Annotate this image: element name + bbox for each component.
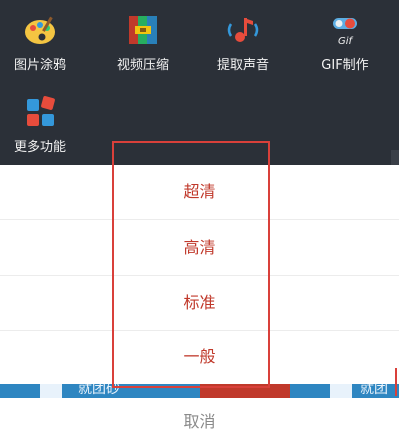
tool-label: 提取声音 [216,58,269,73]
tools-panel: 图片涂鸦 视频压缩 提取声音 Gif GIF制作 更多功能 [0,0,399,172]
gif-toggle-icon: Gif [327,12,363,48]
tool-more-features[interactable]: 更多功能 [0,94,90,155]
tool-extract-audio[interactable]: 提取声音 [193,12,293,73]
strip-text: 就团砂 [78,384,120,397]
cancel-area: 取消 [0,398,399,442]
music-note-icon [225,12,261,48]
cancel-button[interactable]: 取消 [0,402,399,442]
option-hd[interactable]: 高清 [0,221,399,276]
tool-label: 视频压缩 [116,58,169,73]
tool-video-compress[interactable]: 视频压缩 [93,12,193,73]
strip-text: 就团 [360,384,388,397]
background-strip: 就团砂 就团 [0,384,399,398]
annotation-mark [395,368,397,396]
archive-icon [125,12,161,48]
screen: 图片涂鸦 视频压缩 提取声音 Gif GIF制作 更多功能 超清 高清 标准 一… [0,0,399,442]
more-tiles-icon [22,94,58,130]
gif-badge: Gif [338,36,354,47]
tool-image-doodle[interactable]: 图片涂鸦 [0,12,90,73]
strip-icon [330,384,352,398]
tools-grid: 图片涂鸦 视频压缩 提取声音 Gif GIF制作 更多功能 [0,0,399,172]
tool-label: 图片涂鸦 [13,58,66,73]
quality-action-sheet: 超清 高清 标准 一般 [0,165,399,390]
option-normal[interactable]: 一般 [0,330,399,384]
palette-icon [22,12,58,48]
tool-label: GIF制作 [321,58,369,73]
tool-label: 更多功能 [13,140,66,155]
option-standard[interactable]: 标准 [0,276,399,331]
option-super-hd[interactable]: 超清 [0,165,399,220]
strip-icon [40,384,62,398]
strip-red-block [200,384,290,398]
tool-gif-maker[interactable]: Gif GIF制作 [295,12,395,73]
